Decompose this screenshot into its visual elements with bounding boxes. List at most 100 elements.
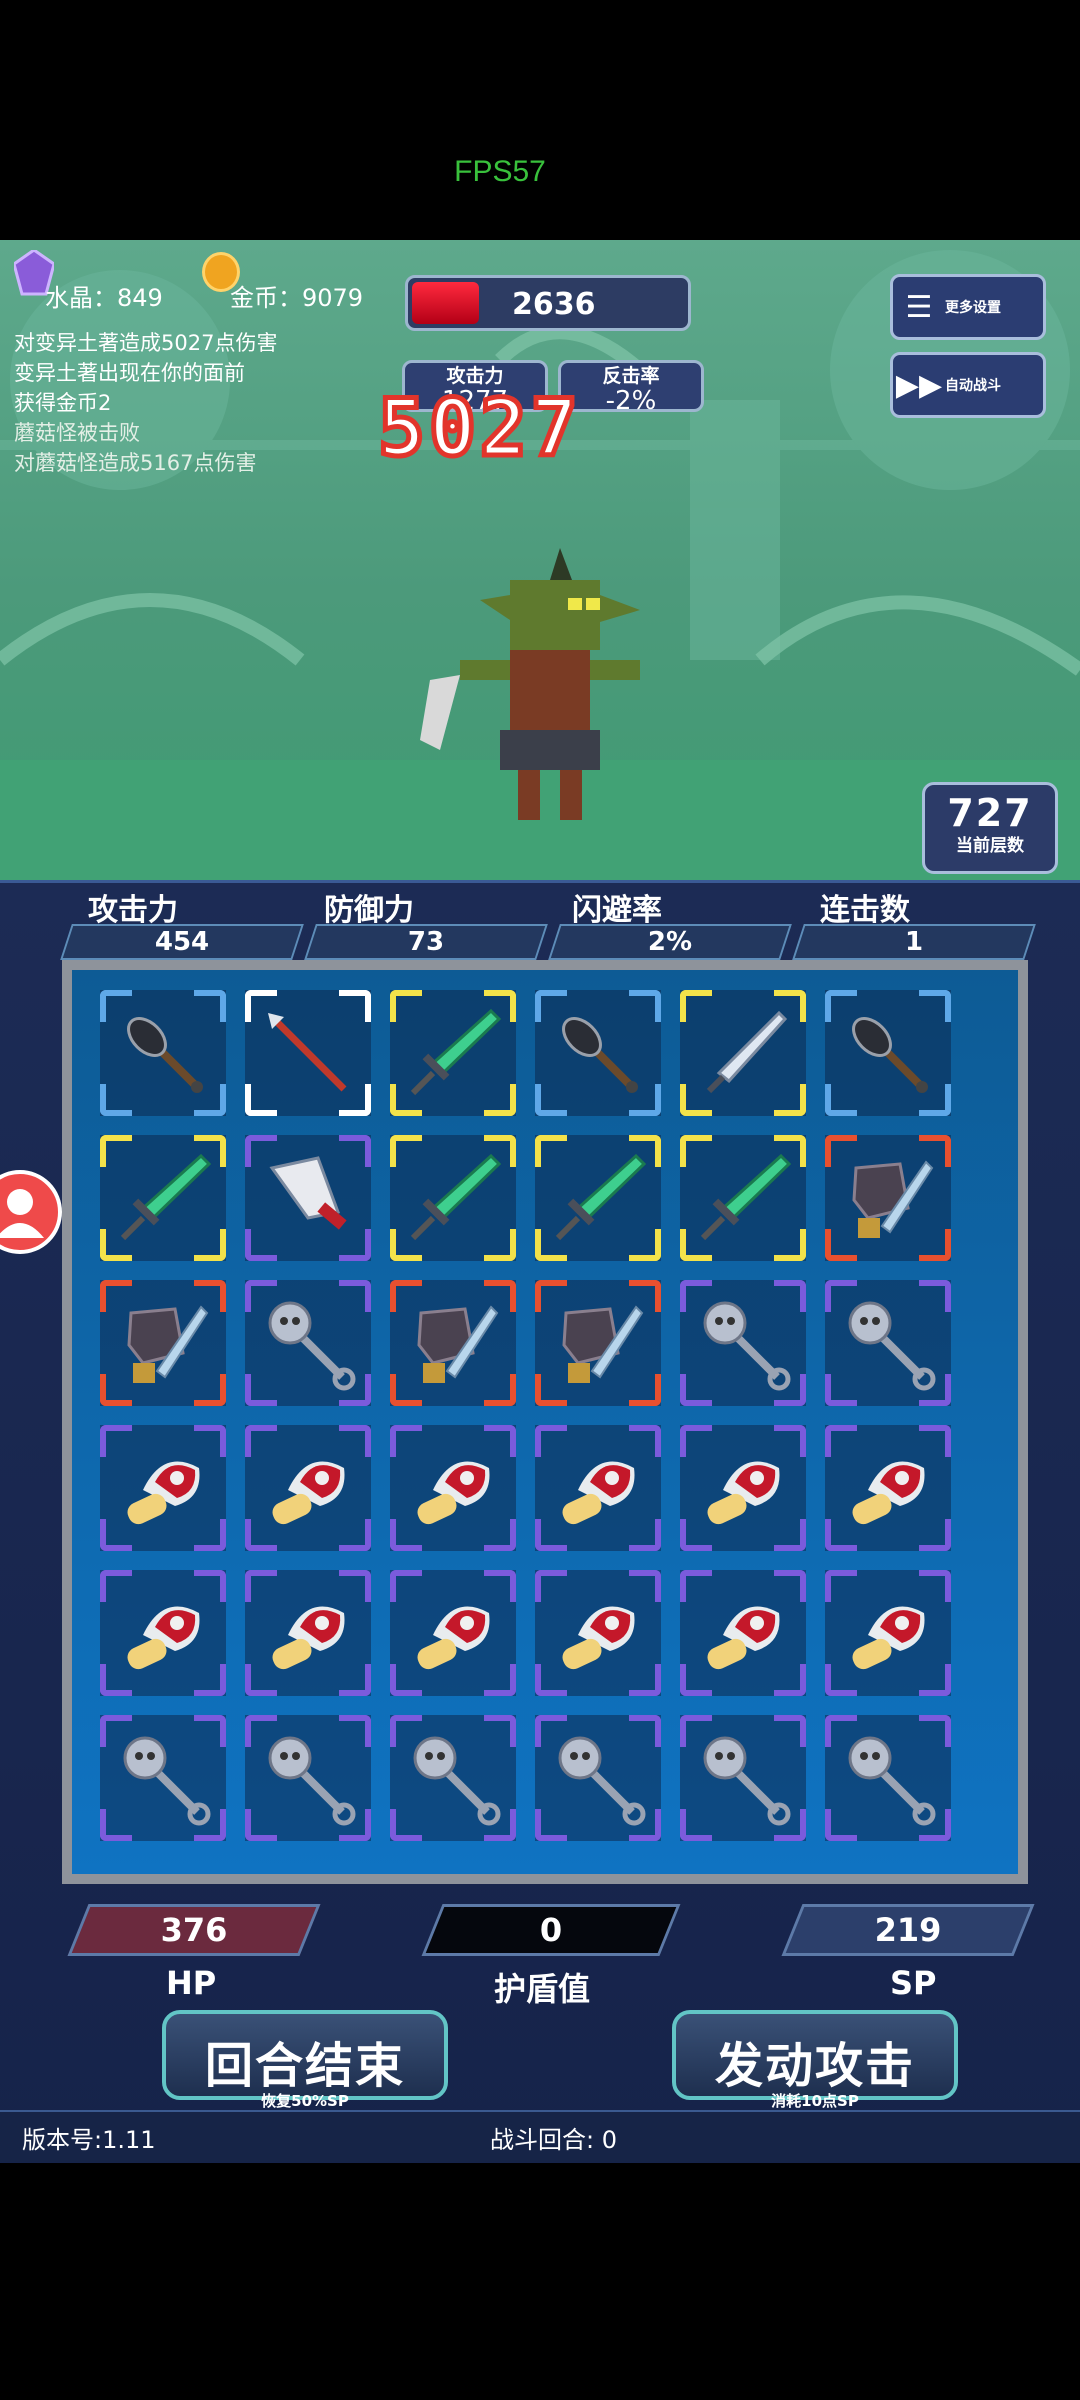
attack-stat-value: 454 (60, 924, 304, 960)
item-cell[interactable] (245, 1280, 371, 1406)
item-cell[interactable] (390, 1280, 516, 1406)
item-cell[interactable] (825, 1570, 951, 1696)
item-cell[interactable] (390, 990, 516, 1116)
attack-button[interactable]: 发动攻击 (672, 2010, 958, 2100)
log-line: 对蘑菇怪造成5167点伤害 (14, 451, 257, 475)
log-line: 获得金币2 (14, 391, 112, 415)
hp-value: 376 (160, 1911, 228, 1949)
item-cell[interactable] (825, 1280, 951, 1406)
item-cell[interactable] (680, 1135, 806, 1261)
spiked-club-icon (562, 1017, 638, 1093)
gold-count: 金币：9079 (230, 284, 364, 312)
version-label: 版本号:1.11 (22, 2126, 156, 2154)
mushroom-icon (562, 1606, 635, 1670)
fps-counter: FPS57 (454, 155, 546, 188)
battle-log: 对变异土著造成5027点伤害 变异土著出现在你的面前 获得金币2 蘑菇怪被击败 … (14, 328, 277, 478)
floor-label: 当前层数 (956, 836, 1024, 856)
red-spear-icon (268, 1013, 347, 1092)
dark-helmet-sword-icon (852, 1160, 934, 1238)
auto-battle-button[interactable]: ▶▶ 自动战斗 (890, 352, 1046, 418)
item-cell[interactable] (245, 1570, 371, 1696)
enemy-hp-bar: 2636 (405, 275, 691, 331)
item-cell[interactable] (535, 1280, 661, 1406)
item-cell[interactable] (535, 1425, 661, 1551)
item-cell[interactable] (100, 990, 226, 1116)
more-settings-button[interactable]: ☰ 更多设置 (890, 274, 1046, 340)
item-cell[interactable] (390, 1425, 516, 1551)
attack-stat-label: 攻击力 (88, 893, 178, 928)
item-cell[interactable] (680, 1425, 806, 1551)
item-cell[interactable] (535, 1135, 661, 1261)
mushroom-icon (852, 1606, 925, 1670)
end-turn-hint: 恢复50%SP (261, 2092, 349, 2110)
emerald-sword-icon (555, 1153, 647, 1241)
item-cell[interactable] (390, 1715, 516, 1841)
user-icon[interactable] (0, 1170, 62, 1254)
item-cell[interactable] (100, 1135, 226, 1261)
item-cell[interactable] (245, 990, 371, 1116)
bloody-cleaver-icon (269, 1156, 347, 1230)
mushroom-icon (272, 1461, 345, 1525)
floor-value: 727 (947, 791, 1033, 835)
item-cell[interactable] (825, 1135, 951, 1261)
skull-mace-icon (703, 1736, 791, 1826)
dodge-stat-value: 2% (548, 924, 792, 960)
skull-mace-icon (413, 1736, 501, 1826)
item-cell[interactable] (825, 990, 951, 1116)
end-turn-button[interactable]: 回合结束 (162, 2010, 448, 2100)
skull-mace-icon (123, 1736, 211, 1826)
item-cell[interactable] (245, 1135, 371, 1261)
mushroom-icon (707, 1461, 780, 1525)
emerald-sword-icon (700, 1153, 792, 1241)
item-cell[interactable] (680, 990, 806, 1116)
item-cell[interactable] (680, 1570, 806, 1696)
menu-list-icon: ☰ (905, 289, 933, 325)
dark-helmet-sword-icon (127, 1305, 209, 1383)
goblin-enemy[interactable] (400, 540, 660, 830)
item-cell[interactable] (390, 1135, 516, 1261)
item-cell[interactable] (245, 1425, 371, 1551)
emerald-sword-icon (410, 1153, 502, 1241)
item-cell[interactable] (100, 1280, 226, 1406)
footer-bar: 版本号:1.11 战斗回合: 0 (0, 2110, 1080, 2162)
item-cell[interactable] (100, 1570, 226, 1696)
shield-bar: 0 (421, 1904, 681, 1956)
sp-bar: 219 (781, 1904, 1035, 1956)
item-cell[interactable] (680, 1280, 806, 1406)
item-cell[interactable] (535, 990, 661, 1116)
log-line: 对变异土著造成5027点伤害 (14, 331, 278, 355)
skull-mace-icon (558, 1736, 646, 1826)
item-cell[interactable] (100, 1715, 226, 1841)
enemy-counter-label: 反击率 (602, 365, 660, 387)
battle-round: 战斗回合: 0 (490, 2126, 617, 2154)
item-cell[interactable] (100, 1425, 226, 1551)
attack-label: 发动攻击 (714, 2038, 915, 2094)
mushroom-icon (417, 1606, 490, 1670)
mushroom-icon (562, 1461, 635, 1525)
mushroom-icon (127, 1606, 200, 1670)
item-cell[interactable] (825, 1425, 951, 1551)
shield-value: 0 (539, 1911, 563, 1949)
defense-stat-label: 防御力 (324, 893, 414, 928)
mushroom-icon (852, 1461, 925, 1525)
mushroom-icon (417, 1461, 490, 1525)
hp-bar: 376 (67, 1904, 321, 1956)
item-cell[interactable] (390, 1570, 516, 1696)
steel-dagger-icon (706, 1010, 788, 1094)
attack-value: 454 (154, 927, 210, 957)
dark-helmet-sword-icon (562, 1305, 644, 1383)
combo-value: 1 (904, 927, 924, 957)
enemy-hp-fill (412, 282, 480, 324)
item-cell[interactable] (825, 1715, 951, 1841)
more-settings-label: 更多设置 (945, 300, 1001, 316)
defense-value: 73 (407, 927, 445, 957)
item-cell[interactable] (535, 1570, 661, 1696)
item-cell[interactable] (535, 1715, 661, 1841)
skull-mace-icon (268, 1736, 356, 1826)
damage-popup: 5027 (376, 382, 582, 477)
log-line: 变异土著出现在你的面前 (14, 361, 245, 385)
item-cell[interactable] (680, 1715, 806, 1841)
item-cell[interactable] (245, 1715, 371, 1841)
skull-mace-icon (848, 1301, 936, 1391)
dodge-stat-label: 闪避率 (572, 893, 662, 928)
